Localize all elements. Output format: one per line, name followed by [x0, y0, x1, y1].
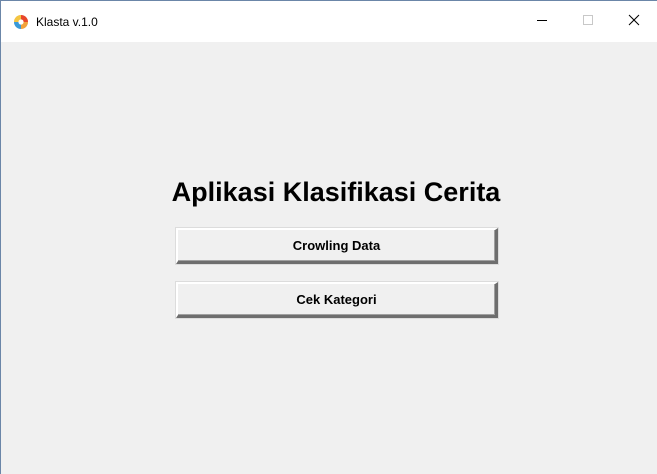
- window-title: Klasta v.1.0: [36, 15, 98, 29]
- app-window: Klasta v.1.0 Aplikasi Klasifikasi Cerita…: [0, 0, 657, 474]
- title-bar[interactable]: Klasta v.1.0: [1, 1, 657, 42]
- cek-kategori-label: Cek Kategori: [296, 292, 377, 307]
- close-button[interactable]: [611, 1, 657, 42]
- crowling-data-button[interactable]: Crowling Data: [176, 228, 498, 264]
- cek-kategori-button[interactable]: Cek Kategori: [176, 282, 498, 318]
- minimize-button[interactable]: [519, 1, 565, 42]
- klasta-app-icon[interactable]: [13, 14, 29, 30]
- crowling-data-label: Crowling Data: [292, 238, 381, 253]
- maximize-icon: [582, 13, 594, 31]
- main-content: Aplikasi Klasifikasi Cerita Crowling Dat…: [1, 42, 657, 474]
- page-title: Aplikasi Klasifikasi Cerita: [171, 177, 501, 207]
- maximize-button[interactable]: [565, 1, 611, 42]
- minimize-icon: [536, 13, 548, 31]
- close-icon: [628, 13, 640, 31]
